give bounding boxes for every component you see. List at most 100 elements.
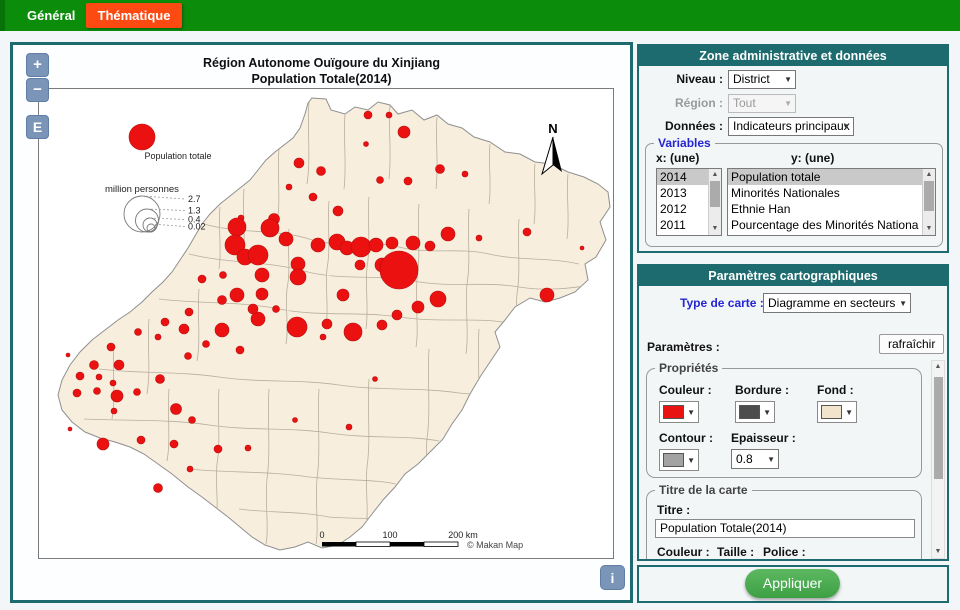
- tab-general[interactable]: Général: [27, 8, 75, 23]
- proprietes-legend: Propriétés: [655, 361, 722, 375]
- scroll-down-icon[interactable]: ▼: [709, 224, 721, 234]
- donnees-value: Indicateurs principaux: [733, 119, 850, 133]
- population-circle: [185, 353, 192, 360]
- contour-color-picker[interactable]: ▼: [659, 449, 699, 471]
- population-circle: [406, 236, 420, 250]
- niveau-value: District: [733, 72, 770, 86]
- population-circle: [286, 184, 292, 190]
- population-circle: [66, 353, 70, 357]
- list-item[interactable]: Population totale: [728, 169, 922, 185]
- refresh-button[interactable]: rafraîchir: [879, 334, 944, 354]
- population-circle: [386, 112, 392, 118]
- type-carte-select[interactable]: Diagramme en secteurs▼: [763, 293, 911, 313]
- epaisseur-select[interactable]: 0.8▼: [731, 449, 779, 469]
- zoom-in-button[interactable]: +: [26, 53, 49, 77]
- population-circle: [322, 319, 332, 329]
- population-circle: [380, 251, 418, 289]
- tab-thematique[interactable]: Thématique: [86, 3, 182, 28]
- extent-button[interactable]: E: [26, 115, 49, 139]
- scroll-down-icon[interactable]: ▼: [923, 224, 935, 234]
- bordure-label: Bordure :: [735, 383, 789, 397]
- params-scrollbar[interactable]: ▲ ▼: [931, 360, 945, 559]
- population-circle: [355, 260, 365, 270]
- scale-tick-0: 0: [319, 530, 324, 540]
- apply-button[interactable]: Appliquer: [745, 569, 840, 598]
- population-circle: [137, 436, 145, 444]
- scrollbar-thumb[interactable]: [710, 181, 720, 207]
- population-circle: [333, 206, 343, 216]
- map-title-line1: Région Autonome Ouïgoure du Xinjiang: [13, 56, 630, 70]
- population-circle: [294, 158, 304, 168]
- x-variable-listbox[interactable]: 2014201320122011 ▲ ▼: [656, 168, 722, 236]
- population-circle: [248, 304, 258, 314]
- population-circle: [97, 438, 109, 450]
- population-circle: [156, 375, 165, 384]
- fond-color-picker[interactable]: ▼: [817, 401, 857, 423]
- scroll-up-icon[interactable]: ▲: [923, 170, 935, 180]
- population-circle: [404, 177, 412, 185]
- info-button[interactable]: i: [600, 565, 625, 590]
- y-variable-listbox[interactable]: Population totaleMinorités NationalesEth…: [727, 168, 936, 236]
- map-canvas[interactable]: Population totale million personnes 2.7 …: [38, 88, 614, 559]
- couleur-label: Couleur :: [659, 383, 712, 397]
- population-circle: [248, 245, 268, 265]
- scroll-up-icon[interactable]: ▲: [932, 362, 944, 372]
- population-circle: [373, 377, 378, 382]
- chevron-down-icon: ▼: [899, 300, 907, 308]
- titre-fieldset: Titre de la carte Titre : Population Tot…: [646, 490, 922, 559]
- list-item[interactable]: 2011: [657, 217, 708, 233]
- population-circle: [134, 389, 141, 396]
- legend-size-title: million personnes: [105, 184, 179, 195]
- population-circle: [236, 346, 244, 354]
- donnees-select[interactable]: Indicateurs principaux▼: [728, 117, 854, 136]
- population-circle: [580, 246, 584, 250]
- population-circle: [540, 288, 554, 302]
- population-circle: [386, 237, 398, 249]
- titre-input[interactable]: Population Totale(2014): [655, 519, 915, 538]
- params-scroll-area: Propriétés Couleur : Bordure : Fond : ▼ …: [644, 360, 945, 559]
- legend-symbol-circle: [129, 124, 155, 150]
- region-outline: [58, 98, 610, 550]
- population-circle: [110, 380, 116, 386]
- legend-size-4: 0.02: [188, 222, 206, 232]
- list-item[interactable]: 2013: [657, 185, 708, 201]
- scrollbar-thumb[interactable]: [924, 181, 934, 211]
- population-circle: [154, 484, 163, 493]
- x-listbox-scrollbar[interactable]: ▲ ▼: [708, 169, 721, 235]
- population-circle: [346, 424, 352, 430]
- chevron-down-icon: ▼: [845, 409, 853, 417]
- population-circle: [279, 232, 293, 246]
- scroll-down-icon[interactable]: ▼: [932, 547, 944, 557]
- couleur-color-picker[interactable]: ▼: [659, 401, 699, 423]
- list-item[interactable]: Pourcentage des Minorités Nationa: [728, 217, 922, 233]
- map-title-line2: Population Totale(2014): [13, 72, 630, 86]
- app-window: Général Thématique Région Autonome Ouïgo…: [0, 0, 960, 610]
- population-circle: [135, 329, 142, 336]
- variables-fieldset: Variables x: (une) y: (une) 201420132012…: [645, 143, 943, 247]
- population-circle: [73, 389, 81, 397]
- region-select: Tout▼: [728, 94, 796, 113]
- fond-label: Fond :: [817, 383, 854, 397]
- scrollbar-thumb[interactable]: [934, 377, 943, 479]
- population-circle: [215, 323, 229, 337]
- list-item[interactable]: Minorités Nationales: [728, 185, 922, 201]
- population-circle: [114, 360, 124, 370]
- population-circle: [161, 318, 169, 326]
- population-circle: [392, 310, 402, 320]
- epaisseur-value: 0.8: [736, 452, 753, 466]
- population-circle: [220, 272, 227, 279]
- list-item[interactable]: Ethnie Han: [728, 201, 922, 217]
- chevron-down-icon: ▼: [687, 457, 695, 465]
- zoom-out-button[interactable]: −: [26, 78, 49, 102]
- fond-swatch: [821, 405, 842, 419]
- niveau-select[interactable]: District▼: [728, 70, 796, 89]
- list-item[interactable]: 2012: [657, 201, 708, 217]
- population-circle: [337, 289, 349, 301]
- population-circle: [273, 306, 280, 313]
- y-listbox-scrollbar[interactable]: ▲ ▼: [922, 169, 935, 235]
- scroll-up-icon[interactable]: ▲: [709, 170, 721, 180]
- bordure-color-picker[interactable]: ▼: [735, 401, 775, 423]
- list-item[interactable]: 2014: [657, 169, 708, 185]
- north-label: N: [548, 121, 557, 136]
- legend-symbol-label: Population totale: [144, 151, 211, 161]
